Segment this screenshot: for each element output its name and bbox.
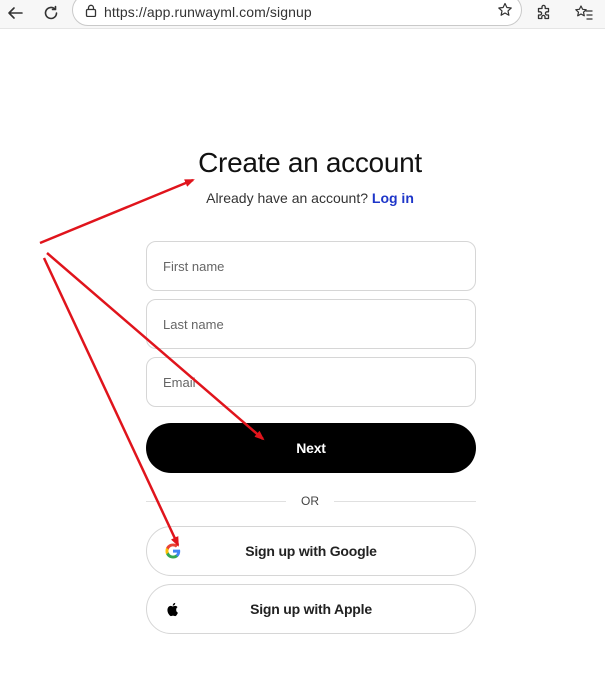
first-name-field <box>146 241 476 291</box>
divider-left <box>146 501 286 502</box>
address-bar[interactable]: https://app.runwayml.com/signup <box>72 0 522 26</box>
apple-icon <box>165 601 181 617</box>
favorites-icon[interactable] <box>573 2 595 24</box>
reload-icon[interactable] <box>40 2 62 24</box>
next-button[interactable]: Next <box>146 423 476 473</box>
or-separator: OR <box>301 494 319 508</box>
last-name-input[interactable] <box>147 300 475 348</box>
back-arrow-icon[interactable] <box>4 2 26 24</box>
star-icon[interactable] <box>497 2 513 23</box>
toolbar-divider <box>0 28 605 29</box>
apple-signup-button[interactable]: Sign up with Apple <box>146 584 476 634</box>
browser-toolbar: https://app.runwayml.com/signup <box>0 0 605 28</box>
login-prompt: Already have an account? Log in <box>0 190 605 206</box>
last-name-field <box>146 299 476 349</box>
google-icon <box>165 543 181 559</box>
divider-right <box>334 501 476 502</box>
extensions-icon[interactable] <box>533 2 555 24</box>
lock-icon[interactable] <box>85 4 97 22</box>
apple-signup-label: Sign up with Apple <box>250 601 372 617</box>
email-field <box>146 357 476 407</box>
login-link[interactable]: Log in <box>372 190 414 206</box>
google-signup-label: Sign up with Google <box>245 543 377 559</box>
google-signup-button[interactable]: Sign up with Google <box>146 526 476 576</box>
page-title: Create an account <box>198 147 422 178</box>
first-name-input[interactable] <box>147 242 475 290</box>
login-prompt-text: Already have an account? <box>206 190 368 206</box>
email-input[interactable] <box>147 358 475 406</box>
url-text[interactable]: https://app.runwayml.com/signup <box>104 4 312 20</box>
